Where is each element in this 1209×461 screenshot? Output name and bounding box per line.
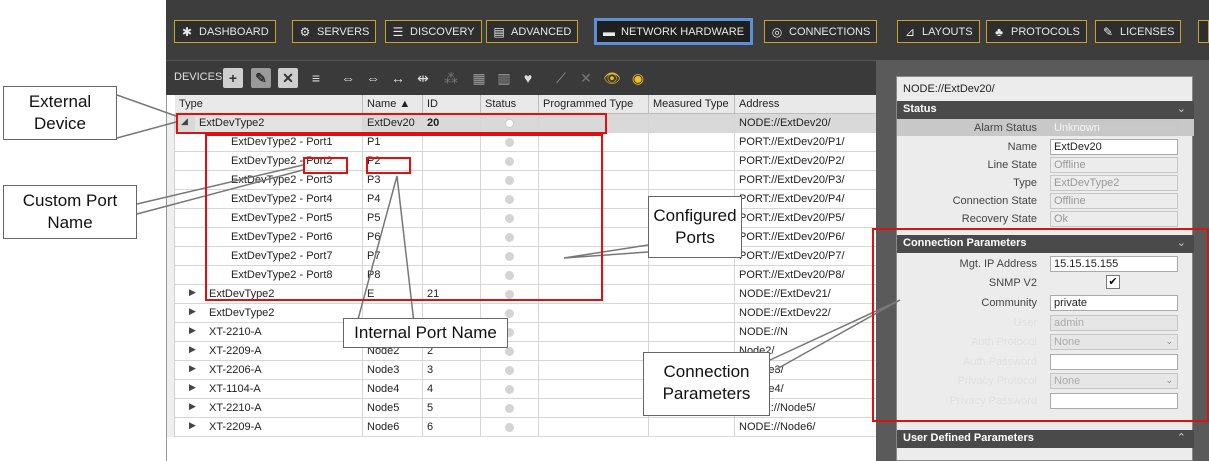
callout-custom-port-name: Custom Port Name [3,185,137,239]
custom-port-highlight [303,157,348,174]
callout-connection-parameters: Connection Parameters [643,352,770,416]
internal-port-highlight [366,157,411,174]
callout-internal-port-name: Internal Port Name [343,318,508,348]
callout-configured-ports: Configured Ports [648,196,742,258]
leader-external-device [116,94,177,117]
external-device-highlight [176,113,607,134]
leader-external-device-2 [116,121,177,139]
connection-params-highlight [872,228,1209,422]
callout-external-device: External Device [3,86,117,140]
